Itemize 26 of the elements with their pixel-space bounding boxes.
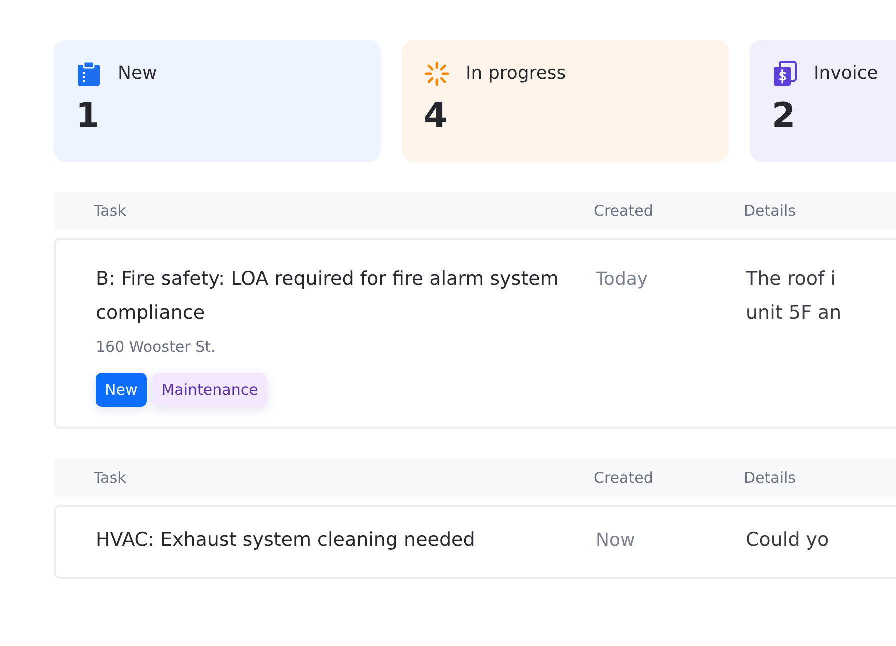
task-details: The roof i unit 5F an (746, 267, 843, 326)
clipboard-icon (76, 60, 102, 86)
card-count: 1 (76, 99, 101, 133)
task-details: Could yo (746, 528, 830, 553)
created-date: Now (596, 529, 636, 553)
column-header: Created (594, 200, 654, 222)
task-title: B: Fire safety: LOA required for fire alarm system compliance (96, 267, 560, 326)
column-header: Details (744, 468, 798, 489)
category-tag: Maintenance (152, 372, 268, 407)
card-label: Invoice (814, 62, 878, 86)
card-label: New (118, 62, 158, 86)
task-row[interactable]: B: Fire safety: LOA required for fire alarm system compliance 160 Wooster St. New Maintenance Today The roof i unit 5F an (54, 238, 896, 429)
column-header: Created (594, 468, 654, 489)
task-address: 160 Wooster St. (96, 337, 217, 358)
loading-icon (424, 60, 450, 86)
card-count: 4 (424, 99, 449, 133)
task-title: HVAC: Exhaust system cleaning needed (96, 528, 476, 553)
created-date: Today (596, 268, 650, 292)
column-header: Task (93, 200, 128, 222)
dollar-document-icon (772, 60, 798, 86)
card-count: 2 (772, 99, 797, 133)
status-tag: New (96, 372, 147, 407)
card-label: In progress (466, 62, 566, 86)
task-row[interactable]: HVAC: Exhaust system cleaning needed Now Could yo (54, 505, 896, 579)
column-header: Details (744, 200, 798, 222)
column-header: Task (93, 468, 128, 489)
